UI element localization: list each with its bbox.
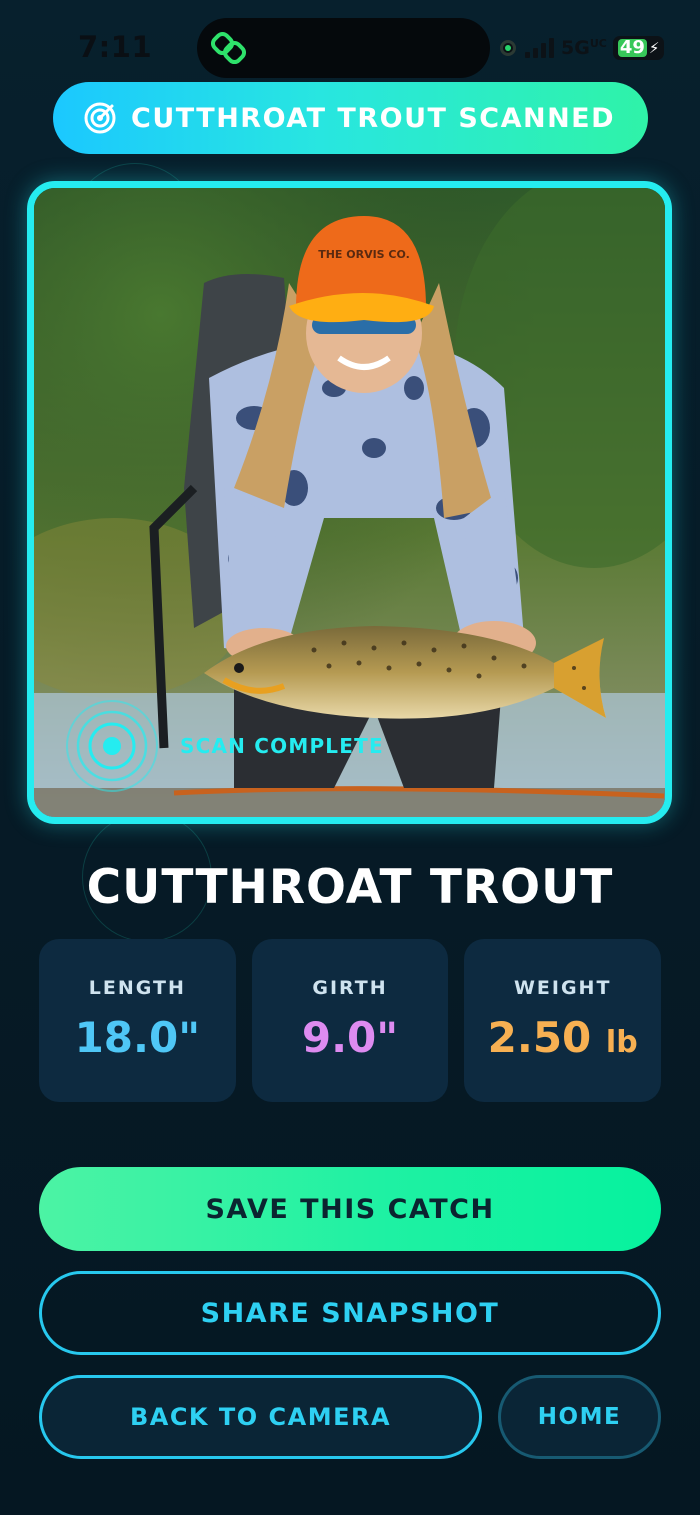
catch-photo: THE ORVIS CO. SCAN COMPLETE bbox=[27, 181, 672, 824]
status-indicators: 5G UC 49 ⚡ bbox=[500, 34, 665, 62]
banner-title: CUTTHROAT TROUT SCANNED bbox=[131, 102, 616, 134]
network-suffix: UC bbox=[589, 36, 607, 50]
dynamic-island bbox=[197, 18, 490, 78]
stat-number: 9.0" bbox=[301, 1013, 399, 1062]
share-snapshot-button[interactable]: SHARE SNAPSHOT bbox=[39, 1271, 661, 1355]
species-name: CUTTHROAT TROUT bbox=[86, 860, 614, 915]
stat-number: 2.50 bbox=[487, 1013, 592, 1062]
cap-logo: THE ORVIS CO. bbox=[318, 248, 410, 261]
status-time: 7:11 bbox=[78, 30, 153, 64]
stat-value: 9.0" bbox=[302, 1013, 398, 1062]
cellular-signal-icon bbox=[525, 38, 554, 58]
stat-card-girth: GIRTH 9.0" bbox=[251, 939, 449, 1102]
scan-result-banner: CUTTHROAT TROUT SCANNED bbox=[53, 82, 648, 154]
stat-number: 18.0" bbox=[74, 1013, 201, 1062]
network-type: 5G bbox=[561, 37, 590, 59]
back-to-camera-button[interactable]: BACK TO CAMERA bbox=[39, 1375, 482, 1459]
stat-value: 18.0" bbox=[75, 1013, 201, 1062]
stat-label: WEIGHT bbox=[513, 977, 612, 999]
camera-in-use-icon bbox=[500, 40, 516, 56]
scan-complete-indicator: SCAN COMPLETE bbox=[64, 698, 384, 794]
charging-bolt-icon: ⚡ bbox=[648, 39, 660, 57]
stat-label: GIRTH bbox=[312, 977, 388, 999]
scan-status-label: SCAN COMPLETE bbox=[180, 734, 384, 758]
home-button[interactable]: HOME bbox=[498, 1375, 661, 1459]
stat-label: LENGTH bbox=[88, 977, 186, 999]
measurement-stats: LENGTH 18.0" GIRTH 9.0" WEIGHT 2.50 lb bbox=[39, 939, 662, 1102]
stat-card-weight: WEIGHT 2.50 lb bbox=[464, 939, 662, 1102]
save-catch-button[interactable]: SAVE THIS CATCH bbox=[39, 1167, 661, 1251]
status-bar: 7:11 5G UC 49 ⚡ bbox=[0, 0, 700, 90]
battery-level: 49 bbox=[617, 37, 647, 58]
radar-icon bbox=[84, 102, 116, 134]
battery-icon: 49 ⚡ bbox=[612, 36, 665, 60]
linked-rings-icon bbox=[211, 31, 247, 65]
stat-value: 2.50 lb bbox=[488, 1013, 638, 1062]
stat-unit: lb bbox=[605, 1025, 638, 1060]
sonar-target-icon bbox=[66, 700, 158, 792]
stat-card-length: LENGTH 18.0" bbox=[39, 939, 236, 1102]
